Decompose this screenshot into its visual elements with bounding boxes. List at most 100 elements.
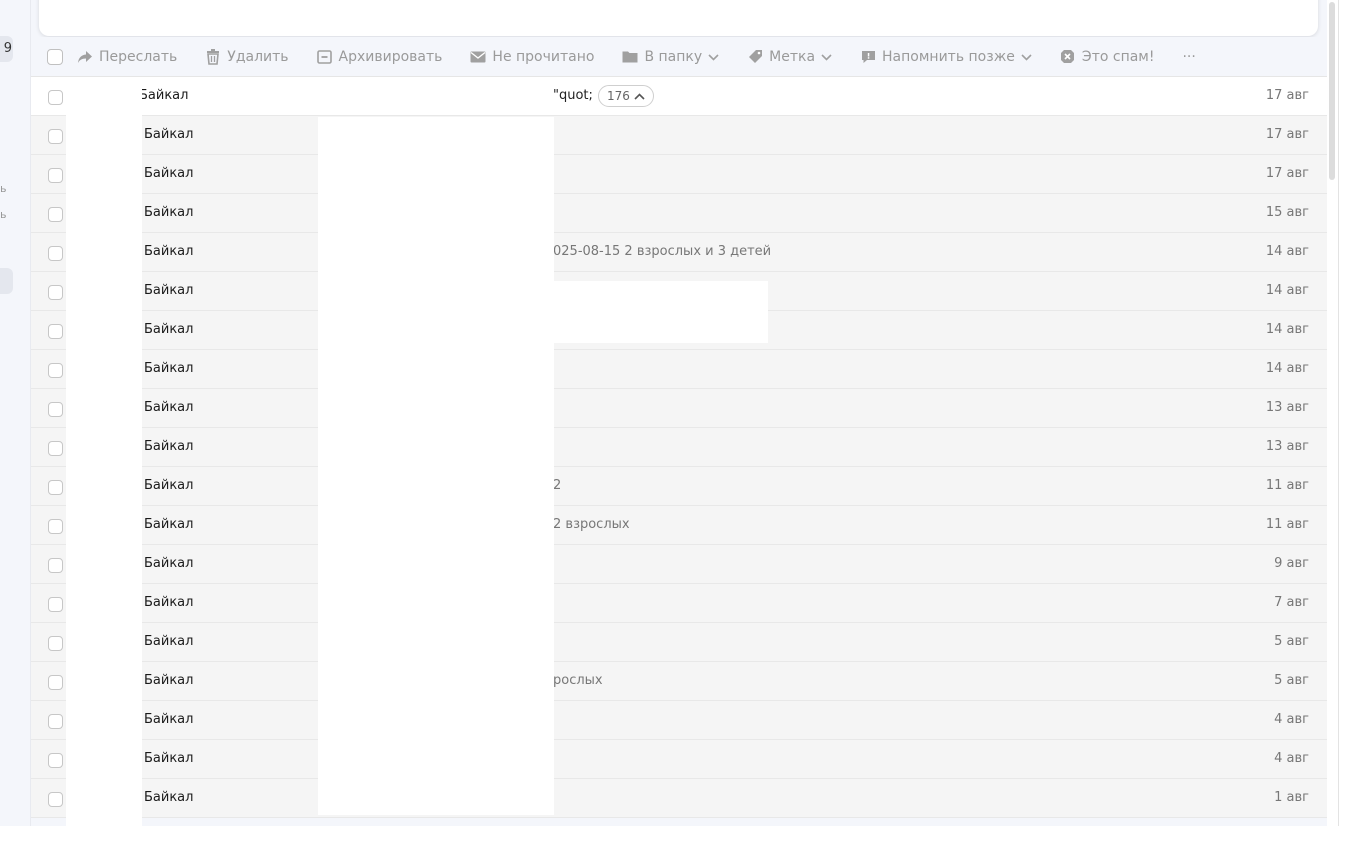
mark-unread-label: Не прочитано [492,48,595,65]
folder-icon [622,49,638,65]
message-row[interactable]: Байкал 13 авг [31,389,1327,428]
row-checkbox[interactable] [48,792,63,807]
row-checkbox[interactable] [48,285,63,300]
message-row[interactable]: Байкал 4 авг [31,740,1327,779]
forward-button[interactable]: Переслать [77,49,177,65]
left-rail: 9 ь ь [0,0,31,826]
row-checkbox[interactable] [48,324,63,339]
message-subject: рослых [553,673,603,688]
message-date: 14 авг [1265,244,1309,259]
row-checkbox[interactable] [48,246,63,261]
message-row[interactable]: Байкал 5 авг [31,623,1327,662]
row-checkbox[interactable] [48,675,63,690]
top-card [39,0,1318,36]
rail-label-fragment[interactable]: ь [0,208,6,221]
row-checkbox[interactable] [48,90,63,105]
message-row[interactable]: Байкал 17 авг [31,116,1327,155]
message-date: 14 авг [1265,361,1309,376]
archive-box-icon [317,49,333,65]
message-date: 14 авг [1265,322,1309,337]
spam-button[interactable]: Это спам! [1060,49,1154,65]
row-checkbox[interactable] [48,363,63,378]
sender-name: Байкал [144,439,194,454]
scrollbar-thumb[interactable] [1329,2,1335,180]
rail-label-fragment[interactable]: ь [0,182,6,195]
sender-name: Байкал [144,751,194,766]
bottom-strip [0,826,1358,841]
row-checkbox[interactable] [48,402,63,417]
thread-count-toggle[interactable]: 176 [598,85,654,107]
mail-main-area: Переслать Удалить Архивировать Не прочит… [31,0,1327,826]
unread-count-badge[interactable]: 9 [0,36,13,62]
move-to-folder-label: В папку [644,48,703,65]
message-row[interactable]: Байкал 13 авг [31,428,1327,467]
thread-row[interactable]: Байкал "quot; 176 17 авг [31,77,1327,116]
message-row[interactable]: Байкал 025-08-15 2 взрослых и 3 детей 14 а… [31,233,1327,272]
message-subject: 2 взрослых [553,517,630,532]
message-date: 9 авг [1274,556,1309,571]
redaction-block [318,117,554,815]
sender-name: Байкал [139,88,189,103]
thread-count-value: 176 [607,89,630,103]
message-date: 11 авг [1265,478,1309,493]
row-checkbox[interactable] [48,753,63,768]
message-row[interactable]: Байкал рослых 5 авг [31,662,1327,701]
row-checkbox[interactable] [48,129,63,144]
sender-name: Байкал [144,790,194,805]
spam-shield-icon [1060,49,1076,65]
mark-unread-button[interactable]: Не прочитано [470,49,594,65]
message-row[interactable]: Байкал 2 11 авг [31,467,1327,506]
sender-name: Байкал [144,478,194,493]
row-checkbox[interactable] [48,597,63,612]
message-row[interactable]: Байкал 14 авг [31,350,1327,389]
chevron-down-icon [821,49,832,65]
sender-name: Байкал [144,517,194,532]
row-checkbox[interactable] [48,441,63,456]
message-date: 15 авг [1265,205,1309,220]
message-date: 14 авг [1265,283,1309,298]
rail-selected-item[interactable] [0,268,13,294]
chevron-down-icon [1021,49,1032,65]
sender-name: Байкал [144,400,194,415]
archive-label: Архивировать [338,48,443,65]
message-date: 4 авг [1274,751,1309,766]
message-row[interactable]: Байкал 15 авг [31,194,1327,233]
message-row[interactable]: Байкал 2 взрослых 11 авг [31,506,1327,545]
message-toolbar: Переслать Удалить Архивировать Не прочит… [31,37,1327,77]
archive-button[interactable]: Архивировать [317,48,443,65]
forward-arrow-icon [77,49,93,65]
select-all-checkbox[interactable] [47,48,63,65]
sender-name: Байкал [144,712,194,727]
sender-name: Байкал [144,283,194,298]
row-checkbox[interactable] [48,636,63,651]
move-to-folder-button[interactable]: В папку [622,49,719,65]
message-row[interactable]: Байкал 9 авг [31,545,1327,584]
tag-icon [747,49,763,65]
remind-later-button[interactable]: Напомнить позже [860,49,1032,65]
row-checkbox[interactable] [48,558,63,573]
message-row[interactable]: Байкал 7 авг [31,584,1327,623]
envelope-icon [470,49,486,65]
delete-button[interactable]: Удалить [205,48,289,65]
more-actions-button[interactable]: ··· [1182,49,1195,65]
redaction-block [66,77,142,826]
message-subject: "quot; [553,88,593,103]
message-row[interactable]: Байкал 1 авг [31,779,1327,818]
message-date: 4 авг [1274,712,1309,727]
row-checkbox[interactable] [48,519,63,534]
row-checkbox[interactable] [48,714,63,729]
message-row[interactable]: Байкал 4 авг [31,701,1327,740]
sender-name: Байкал [144,127,194,142]
message-date: 17 авг [1265,166,1309,181]
message-date: 13 авг [1265,439,1309,454]
row-checkbox[interactable] [48,480,63,495]
row-checkbox[interactable] [48,207,63,222]
row-checkbox[interactable] [48,168,63,183]
sender-name: Байкал [144,556,194,571]
message-date: 5 авг [1274,634,1309,649]
message-row[interactable]: Байкал 17 авг [31,155,1327,194]
message-subject: 025-08-15 2 взрослых и 3 детей [553,244,772,259]
message-date: 17 авг [1265,127,1309,142]
label-button[interactable]: Метка [747,49,832,65]
sender-name: Байкал [144,595,194,610]
